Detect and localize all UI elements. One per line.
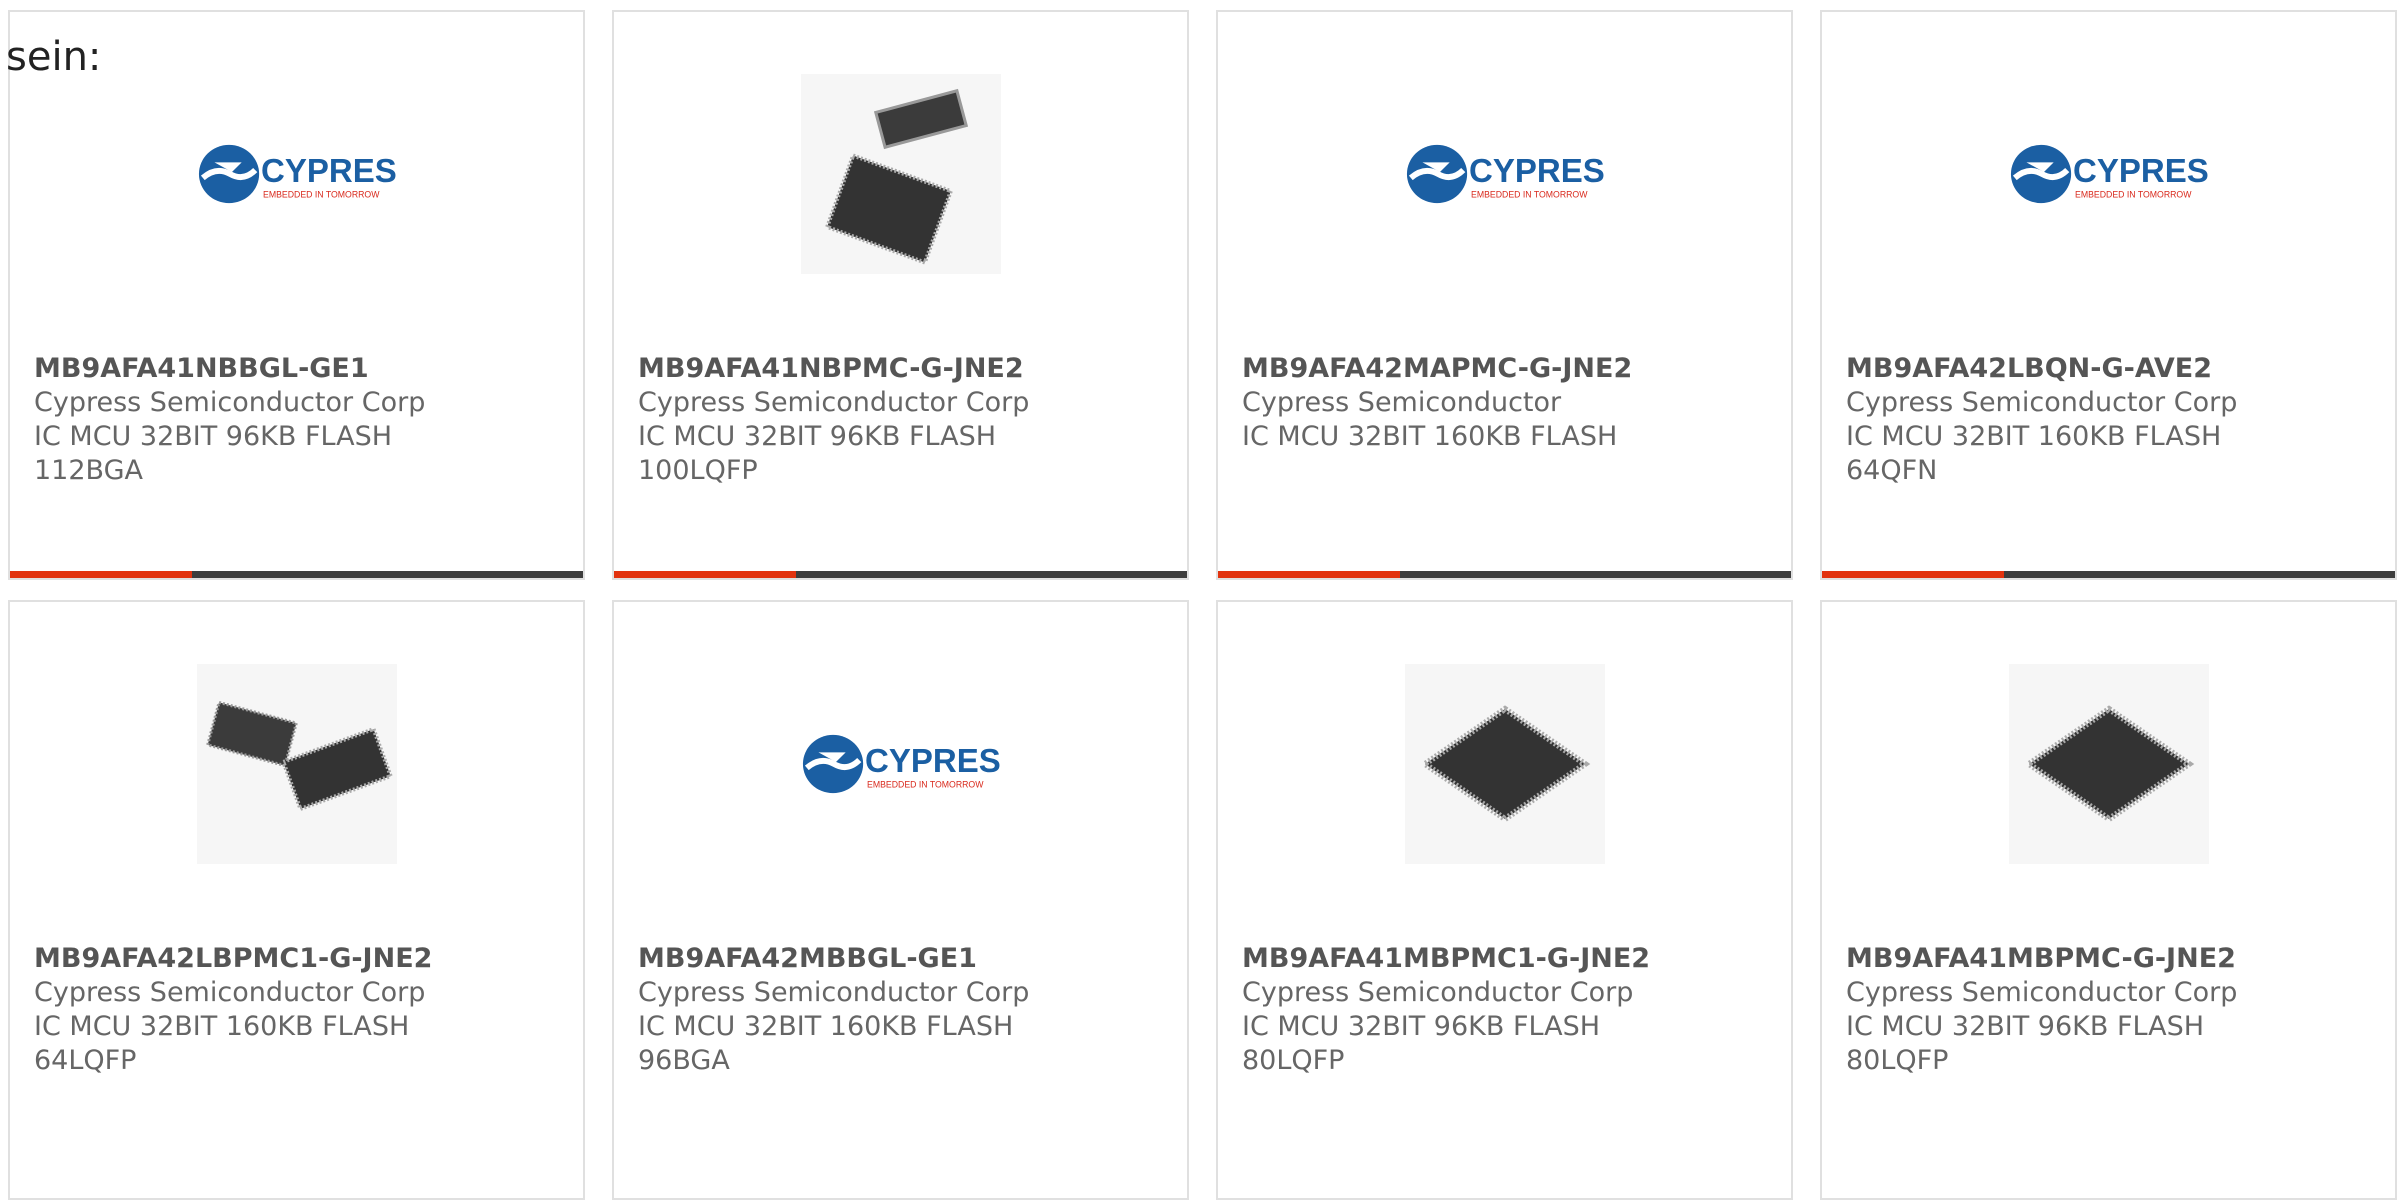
product-image[interactable]: CYPRESS EMBEDDED IN TOMORROW (197, 74, 397, 274)
product-image[interactable] (2008, 664, 2209, 864)
description: IC MCU 32BIT 160KB FLASH (638, 1011, 1014, 1042)
product-card[interactable]: CYPRESS EMBEDDED IN TOMORROW MB9AFA42MAP… (1216, 10, 1793, 580)
description: IC MCU 32BIT 96KB FLASH (1846, 1011, 2205, 1042)
manufacturer: Cypress Semiconductor Corp (638, 387, 1030, 418)
cypress-logo-icon: CYPRESS EMBEDDED IN TOMORROW (1406, 144, 1605, 204)
svg-text:EMBEDDED IN TOMORROW: EMBEDDED IN TOMORROW (1471, 189, 1588, 199)
product-image[interactable] (196, 664, 397, 864)
product-info: MB9AFA41MBPMC-G-JNE2 Cypress Semiconduct… (1846, 942, 2385, 1078)
product-card[interactable]: MB9AFA41MBPMC-G-JNE2 Cypress Semiconduct… (1820, 600, 2397, 1200)
product-info: MB9AFA41MBPMC1-G-JNE2 Cypress Semiconduc… (1242, 942, 1781, 1078)
part-number[interactable]: MB9AFA42LBPMC1-G-JNE2 (34, 942, 573, 976)
description: IC MCU 32BIT 160KB FLASH (1846, 421, 2222, 452)
manufacturer: Cypress Semiconductor Corp (34, 387, 426, 418)
manufacturer: Cypress Semiconductor (1242, 387, 1562, 418)
part-number[interactable]: MB9AFA42MBBGL-GE1 (638, 942, 1177, 976)
part-number[interactable]: MB9AFA41NBBGL-GE1 (34, 352, 573, 386)
product-card[interactable]: MB9AFA41MBPMC1-G-JNE2 Cypress Semiconduc… (1216, 600, 1793, 1200)
package: 64QFN (1846, 455, 1938, 486)
description: IC MCU 32BIT 160KB FLASH (1242, 421, 1618, 452)
product-info: MB9AFA41NBPMC-G-JNE2 Cypress Semiconduct… (638, 352, 1177, 488)
card-accent-bar (1822, 571, 2395, 578)
single-chip-icon (1404, 664, 1605, 864)
product-info: MB9AFA42MBBGL-GE1 Cypress Semiconductor … (638, 942, 1177, 1078)
package: 100LQFP (638, 455, 758, 486)
product-image[interactable]: CYPRESS EMBEDDED IN TOMORROW (1405, 74, 1605, 274)
manufacturer: Cypress Semiconductor Corp (1846, 387, 2238, 418)
description: IC MCU 32BIT 96KB FLASH (34, 421, 393, 452)
svg-text:CYPRESS: CYPRESS (261, 152, 397, 189)
product-card[interactable]: CYPRESS EMBEDDED IN TOMORROW MB9AFA41NBB… (8, 10, 585, 580)
description: IC MCU 32BIT 96KB FLASH (1242, 1011, 1601, 1042)
intro-text: sein: (6, 34, 102, 80)
card-accent-bar (614, 571, 1187, 578)
cypress-logo-icon: CYPRESS EMBEDDED IN TOMORROW (198, 144, 397, 204)
two-chips-icon (800, 74, 1001, 274)
part-number[interactable]: MB9AFA42MAPMC-G-JNE2 (1242, 352, 1781, 386)
svg-text:CYPRESS: CYPRESS (1469, 152, 1605, 189)
manufacturer: Cypress Semiconductor Corp (34, 977, 426, 1008)
product-card[interactable]: MB9AFA42LBPMC1-G-JNE2 Cypress Semiconduc… (8, 600, 585, 1200)
svg-text:CYPRESS: CYPRESS (2073, 152, 2209, 189)
cypress-logo-icon: CYPRESS EMBEDDED IN TOMORROW (2010, 144, 2209, 204)
two-chips-icon (196, 664, 397, 864)
product-card[interactable]: CYPRESS EMBEDDED IN TOMORROW MB9AFA42LBQ… (1820, 10, 2397, 580)
single-chip-icon (2008, 664, 2209, 864)
product-info: MB9AFA41NBBGL-GE1 Cypress Semiconductor … (34, 352, 573, 488)
part-number[interactable]: MB9AFA42LBQN-G-AVE2 (1846, 352, 2385, 386)
product-info: MB9AFA42LBPMC1-G-JNE2 Cypress Semiconduc… (34, 942, 573, 1078)
product-image[interactable] (800, 74, 1001, 274)
svg-text:EMBEDDED IN TOMORROW: EMBEDDED IN TOMORROW (2075, 189, 2192, 199)
product-info: MB9AFA42MAPMC-G-JNE2 Cypress Semiconduct… (1242, 352, 1781, 454)
product-image[interactable] (1404, 664, 1605, 864)
svg-text:CYPRESS: CYPRESS (865, 742, 1001, 779)
part-number[interactable]: MB9AFA41MBPMC-G-JNE2 (1846, 942, 2385, 976)
svg-text:EMBEDDED IN TOMORROW: EMBEDDED IN TOMORROW (867, 779, 984, 789)
package: 80LQFP (1242, 1045, 1345, 1076)
manufacturer: Cypress Semiconductor Corp (1242, 977, 1634, 1008)
description: IC MCU 32BIT 96KB FLASH (638, 421, 997, 452)
cypress-logo-icon: CYPRESS EMBEDDED IN TOMORROW (802, 734, 1001, 794)
package: 80LQFP (1846, 1045, 1949, 1076)
product-image[interactable]: CYPRESS EMBEDDED IN TOMORROW (801, 664, 1001, 864)
package: 64LQFP (34, 1045, 137, 1076)
part-number[interactable]: MB9AFA41MBPMC1-G-JNE2 (1242, 942, 1781, 976)
card-accent-bar (1218, 571, 1791, 578)
product-card[interactable]: MB9AFA41NBPMC-G-JNE2 Cypress Semiconduct… (612, 10, 1189, 580)
product-image[interactable]: CYPRESS EMBEDDED IN TOMORROW (2009, 74, 2209, 274)
package: 112BGA (34, 455, 143, 486)
manufacturer: Cypress Semiconductor Corp (1846, 977, 2238, 1008)
product-card[interactable]: CYPRESS EMBEDDED IN TOMORROW MB9AFA42MBB… (612, 600, 1189, 1200)
product-info: MB9AFA42LBQN-G-AVE2 Cypress Semiconducto… (1846, 352, 2385, 488)
card-accent-bar (10, 571, 583, 578)
svg-text:EMBEDDED IN TOMORROW: EMBEDDED IN TOMORROW (263, 189, 380, 199)
description: IC MCU 32BIT 160KB FLASH (34, 1011, 410, 1042)
package: 96BGA (638, 1045, 730, 1076)
manufacturer: Cypress Semiconductor Corp (638, 977, 1030, 1008)
part-number[interactable]: MB9AFA41NBPMC-G-JNE2 (638, 352, 1177, 386)
